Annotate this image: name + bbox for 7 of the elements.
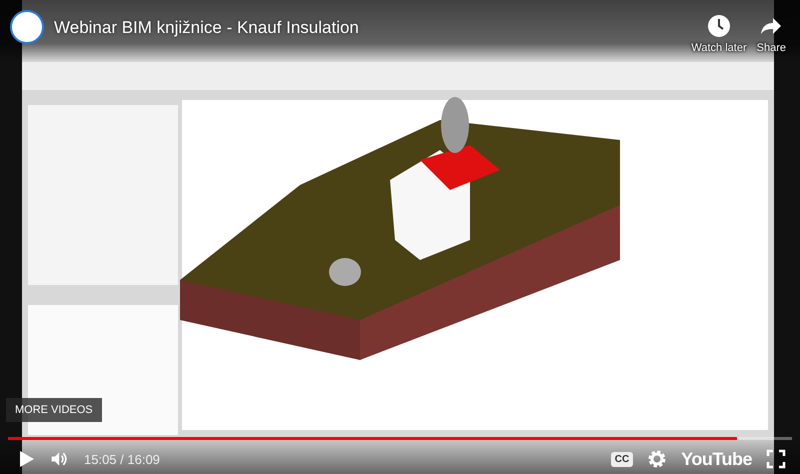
more-videos-button[interactable]: MORE VIDEOS [6, 398, 102, 422]
clock-icon [707, 14, 732, 38]
time-display: 15:05 / 16:09 [84, 452, 160, 466]
fullscreen-icon[interactable] [766, 449, 786, 469]
settings-icon[interactable] [647, 449, 668, 469]
video-title[interactable]: Webinar BIM knjižnice - Knauf Insulation [54, 18, 680, 38]
watch-later-button[interactable]: Watch later [689, 6, 749, 56]
